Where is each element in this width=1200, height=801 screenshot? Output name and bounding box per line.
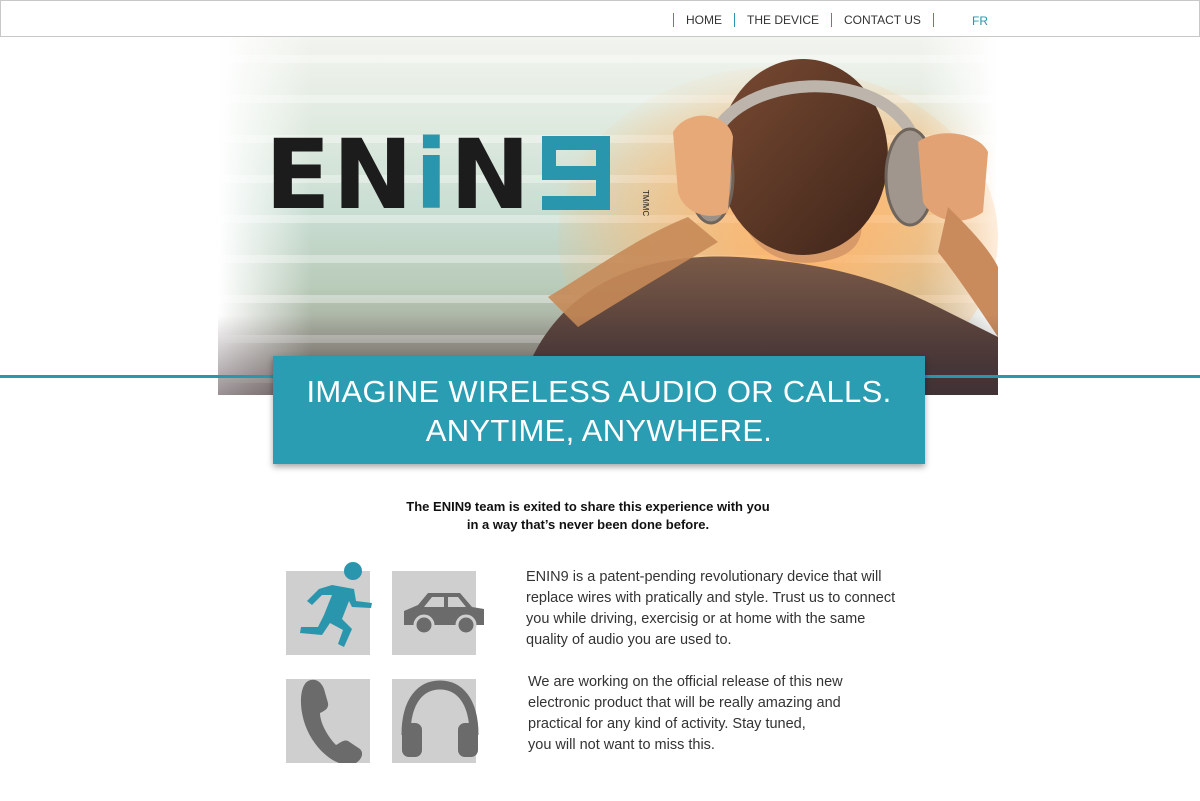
main-nav: HOME THE DEVICE CONTACT US (673, 13, 934, 27)
nav-item-the-device[interactable]: THE DEVICE (734, 13, 831, 27)
logo-trademark: TM/MC (641, 190, 650, 217)
intro-line-2: in a way that’s never been done before. (466, 517, 710, 532)
phone-icon (300, 679, 363, 763)
top-navigation-bar: HOME THE DEVICE CONTACT US FR (0, 0, 1200, 37)
nav-item-home[interactable]: HOME (673, 13, 734, 27)
intro-text: The ENIN9 team is exited to share this e… (300, 498, 876, 534)
tagline-line-1: IMAGINE WIRELESS AUDIO OR CALLS. (306, 374, 892, 409)
enin9-logo: ENiN (265, 127, 614, 223)
feature-tile-driving (392, 571, 484, 655)
tagline-banner: IMAGINE WIRELESS AUDIO OR CALLS. ANYTIME… (273, 356, 925, 464)
feature-tile-calls (286, 679, 370, 763)
logo-text-en: EN (265, 119, 415, 231)
logo-text-n: N (449, 119, 533, 231)
product-description: ENIN9 is a patent-pending revolutionary … (526, 569, 896, 648)
feature-tile-audio (392, 679, 479, 763)
intro-line-1: The ENIN9 team is exited to share this e… (406, 499, 770, 514)
nav-item-contact-us[interactable]: CONTACT US (831, 13, 933, 27)
feature-tile-exercise (286, 562, 372, 655)
logo-accent-i: i (414, 119, 450, 231)
tagline-line-2: ANYTIME, ANYWHERE. (425, 413, 773, 448)
headphones-icon (401, 680, 479, 757)
running-icon (300, 562, 372, 647)
nav-divider (932, 13, 934, 27)
release-announcement: We are working on the official release o… (528, 674, 843, 753)
logo-wordmark: ENiN (265, 127, 532, 223)
language-switch-fr[interactable]: FR (972, 14, 988, 28)
logo-nine-glyph (542, 136, 611, 210)
car-icon (404, 593, 484, 636)
